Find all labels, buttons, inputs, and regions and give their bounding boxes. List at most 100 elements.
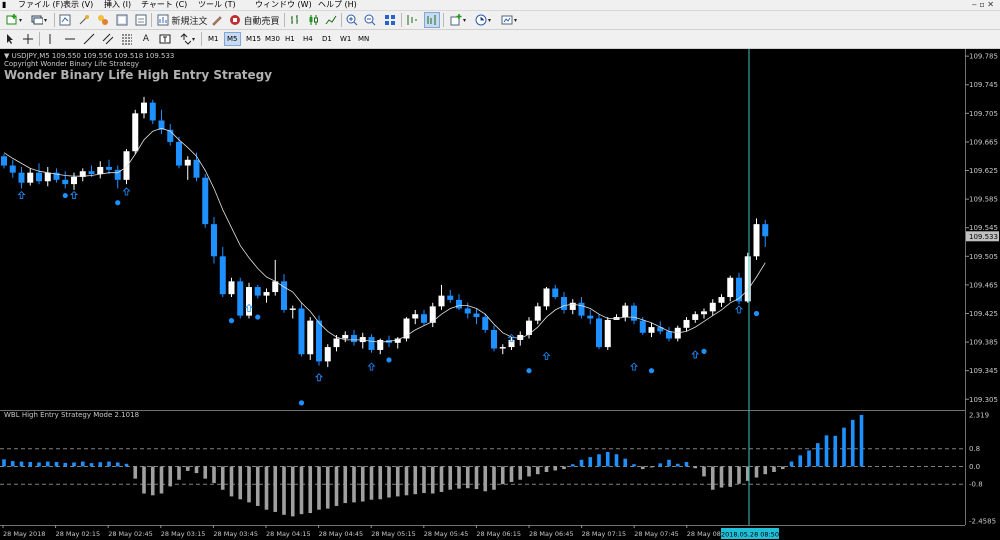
candle-body — [552, 288, 559, 298]
histogram-bar — [194, 466, 199, 474]
timeframe-w1[interactable]: W1 — [338, 33, 353, 45]
price-tick-label: 109.385 — [969, 339, 998, 347]
candle-body — [666, 331, 672, 339]
histogram-bar — [343, 466, 348, 504]
price-chart-canvas[interactable]: 109.785 109.745 109.705 109.665 109.625 109.5… — [0, 49, 1000, 540]
candle-body — [692, 314, 699, 320]
trendline-button[interactable] — [82, 32, 96, 46]
app-icon[interactable]: ▮ — [2, 0, 6, 10]
templates-button[interactable]: ▾ — [498, 13, 520, 27]
timeframe-m5[interactable]: M5 — [224, 32, 241, 46]
histogram-bar — [798, 455, 803, 467]
text-button[interactable]: A — [139, 32, 153, 46]
timeframe-m15[interactable]: M15 — [244, 33, 263, 45]
histogram-bar — [483, 466, 488, 492]
histogram-bar — [28, 462, 33, 467]
timeframe-d1[interactable]: D1 — [320, 33, 334, 45]
terminal-icon — [116, 14, 129, 27]
fibonacci-button[interactable] — [120, 32, 134, 46]
candle-body — [639, 320, 646, 333]
candle-body — [709, 302, 716, 312]
market-watch-icon — [59, 14, 72, 27]
chart-window[interactable]: 109.785 109.745 109.705 109.665 109.625 109.5… — [0, 49, 1000, 540]
new-chart-button[interactable]: ▾ — [3, 13, 25, 27]
zoom-in-button[interactable] — [345, 13, 359, 27]
signal-dot — [701, 348, 707, 354]
time-tick-label: 28 May 07:15 — [582, 530, 627, 538]
histogram-bar — [719, 466, 724, 488]
auto-scroll-button[interactable] — [405, 13, 419, 27]
histogram-bar — [387, 466, 391, 498]
equidistant-channel-button[interactable] — [101, 32, 115, 46]
histogram-bar — [317, 466, 321, 510]
histogram-bar — [2, 459, 6, 467]
cursor-button[interactable] — [3, 32, 17, 46]
timeframe-m30[interactable]: M30 — [263, 33, 282, 45]
histogram-bar — [247, 466, 251, 503]
menu-window[interactable]: ウィンドウ (W) — [255, 0, 312, 10]
histogram-bar — [850, 419, 855, 467]
histogram-bar — [649, 466, 654, 468]
vertical-line-button[interactable] — [43, 32, 57, 46]
candle-body — [202, 177, 209, 225]
menu-help[interactable]: ヘルプ (H) — [318, 0, 357, 10]
market-watch-button[interactable] — [58, 13, 72, 27]
terminal-button[interactable] — [115, 13, 129, 27]
candle-body — [88, 171, 95, 175]
menu-view[interactable]: 表示 (V) — [63, 0, 93, 10]
timeframe-mn[interactable]: MN — [356, 33, 371, 45]
timeframe-h4[interactable]: H4 — [301, 33, 315, 45]
histogram-bar — [369, 466, 374, 500]
candle-body — [342, 334, 349, 339]
menu-tools[interactable]: ツール (T) — [198, 0, 236, 10]
candle-body — [316, 320, 322, 362]
candle-body — [219, 256, 226, 295]
cursor-icon — [4, 33, 17, 46]
data-window-button[interactable] — [77, 13, 91, 27]
timeframe-h1[interactable]: H1 — [283, 33, 297, 45]
window-controls[interactable]: ‒ ▫ ✕ — [972, 0, 994, 10]
horizontal-line-button[interactable] — [63, 32, 77, 46]
channel-icon — [102, 33, 115, 46]
chart-shift-button[interactable] — [424, 12, 440, 28]
periods-button[interactable]: ▾ — [472, 13, 494, 27]
new-order-button[interactable]: 新規注文 — [155, 13, 209, 27]
timeframe-m1[interactable]: M1 — [206, 33, 221, 45]
histogram-bar — [570, 464, 575, 467]
candle-body — [762, 224, 769, 237]
text-label-icon — [159, 33, 172, 46]
indicator-title: WBL High Entry Strategy Mode 2.1018 — [4, 411, 140, 419]
indicators-button[interactable]: ▾ — [447, 13, 469, 27]
profiles-icon — [31, 14, 44, 27]
candlestick-chart-button[interactable] — [306, 13, 320, 27]
line-chart-button[interactable] — [324, 13, 338, 27]
candle-body — [482, 317, 489, 330]
histogram-bar — [623, 458, 628, 467]
candle-body — [464, 308, 471, 314]
menu-file[interactable]: ファイル (F) — [18, 0, 63, 10]
auto-trading-button[interactable]: 自動売買 — [227, 13, 281, 27]
histogram-bar — [89, 463, 94, 467]
menu-chart[interactable]: チャート (C) — [141, 0, 187, 10]
time-tick-label: 28 May 02:45 — [108, 530, 153, 538]
zoom-in-icon — [346, 14, 359, 27]
tile-windows-button[interactable] — [383, 13, 397, 27]
candle-body — [123, 151, 130, 180]
crosshair-button[interactable] — [21, 32, 35, 46]
menu-insert[interactable]: 挿入 (I) — [104, 0, 131, 10]
candle-body — [298, 308, 305, 355]
histogram-bar — [815, 443, 820, 467]
arrows-button[interactable]: ▾ — [177, 32, 197, 46]
histogram-bar — [614, 454, 619, 467]
histogram-bar — [737, 466, 741, 484]
strategy-tester-button[interactable] — [134, 13, 148, 27]
zoom-out-button[interactable] — [363, 13, 377, 27]
navigator-button[interactable] — [96, 13, 110, 27]
profiles-button[interactable]: ▾ — [28, 13, 50, 27]
histogram-bar — [807, 450, 811, 467]
candle-body — [237, 281, 244, 316]
meta-editor-button[interactable] — [210, 13, 224, 27]
candle-body — [447, 295, 454, 300]
bar-chart-button[interactable] — [288, 13, 302, 27]
text-label-button[interactable] — [158, 32, 172, 46]
